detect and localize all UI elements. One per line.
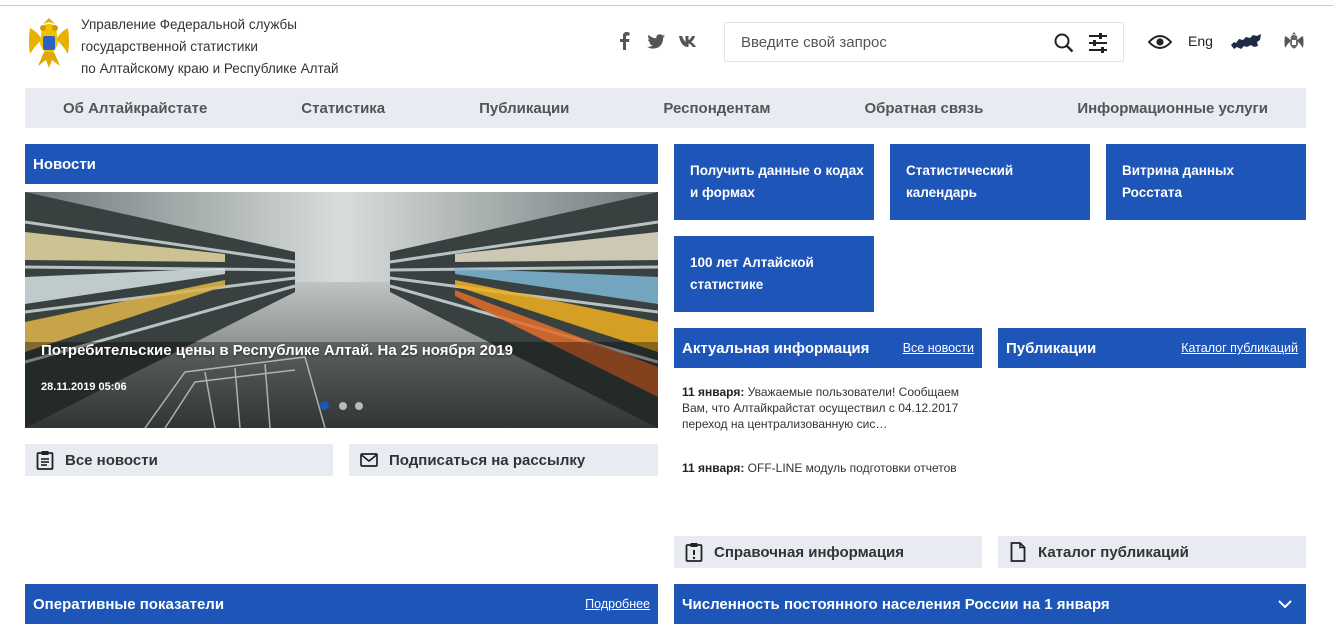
tile-rosstat-showcase[interactable]: Витрина данных Росстата bbox=[1106, 144, 1306, 220]
search-icon[interactable] bbox=[1053, 32, 1075, 54]
org-line-3: по Алтайскому краю и Республике Алтай bbox=[81, 61, 339, 76]
population-header[interactable]: Численность постоянного населения России… bbox=[674, 584, 1306, 624]
coat-of-arms-icon[interactable] bbox=[1282, 30, 1306, 54]
clipboard-icon bbox=[35, 450, 55, 470]
org-line-1: Управление Федеральной службы bbox=[81, 17, 297, 32]
news-item-date: 11 января: bbox=[682, 461, 745, 475]
chevron-down-icon[interactable] bbox=[1278, 599, 1292, 609]
tile-codes-forms[interactable]: Получить данные о кодах и формах bbox=[674, 144, 874, 220]
all-news-label: Все новости bbox=[65, 451, 158, 469]
all-news-button[interactable]: Все новости bbox=[25, 444, 333, 476]
news-item-date: 11 января: bbox=[682, 385, 745, 399]
tile-rosstat-showcase-label: Витрина данных Росстата bbox=[1122, 163, 1235, 200]
news-item[interactable]: 11 января: OFF-LINE модуль подготовки от… bbox=[682, 460, 982, 476]
news-item[interactable]: 11 января: Уважаемые пользователи! Сообщ… bbox=[682, 384, 982, 432]
main-navigation: Об Алтайкрайстате Статистика Публикации … bbox=[25, 88, 1306, 128]
subscribe-label: Подписаться на рассылку bbox=[389, 451, 586, 469]
slide-date: 28.11.2019 05:06 bbox=[41, 381, 127, 393]
population-title: Численность постоянного населения России… bbox=[682, 595, 1110, 613]
tile-codes-forms-label: Получить данные о кодах и формах bbox=[690, 163, 864, 200]
publications-header: Публикации Каталог публикаций bbox=[998, 328, 1306, 368]
news-item-text: OFF-LINE модуль подготовки отчетов bbox=[744, 461, 957, 475]
indicators-more-link[interactable]: Подробнее bbox=[585, 597, 650, 611]
filter-settings-icon[interactable] bbox=[1087, 32, 1109, 54]
nav-item-publications[interactable]: Публикации bbox=[479, 100, 569, 117]
actual-info-title: Актуальная информация bbox=[682, 339, 870, 357]
search-input[interactable] bbox=[725, 23, 1045, 61]
organization-name[interactable]: Управление Федеральной службы государств… bbox=[81, 14, 339, 80]
subscribe-button[interactable]: Подписаться на рассылку bbox=[349, 444, 658, 476]
accessibility-eye-icon[interactable] bbox=[1147, 30, 1173, 54]
actual-info-header: Актуальная информация Все новости bbox=[674, 328, 982, 368]
nav-item-feedback[interactable]: Обратная связь bbox=[864, 100, 983, 117]
vk-icon[interactable] bbox=[677, 30, 699, 52]
document-icon bbox=[1008, 542, 1028, 562]
nav-item-about[interactable]: Об Алтайкрайстате bbox=[63, 100, 207, 117]
tile-stat-calendar-label: Статистический календарь bbox=[906, 163, 1014, 200]
news-slider[interactable]: Потребительские цены в Республике Алтай.… bbox=[25, 192, 658, 428]
reference-info-button[interactable]: Справочная информация bbox=[674, 536, 982, 568]
reference-info-label: Справочная информация bbox=[714, 543, 905, 561]
search-box[interactable] bbox=[724, 22, 1124, 62]
mail-icon bbox=[359, 450, 379, 470]
catalog-publications-button[interactable]: Каталог публикаций bbox=[998, 536, 1306, 568]
russia-map-icon[interactable] bbox=[1230, 30, 1262, 54]
org-line-2: государственной статистики bbox=[81, 39, 258, 54]
slider-dot-3[interactable] bbox=[355, 402, 363, 410]
language-switch[interactable]: Eng bbox=[1188, 33, 1213, 49]
publications-catalog-link[interactable]: Каталог публикаций bbox=[1181, 341, 1298, 355]
emblem-icon[interactable] bbox=[24, 14, 74, 70]
nav-item-respondents[interactable]: Респондентам bbox=[663, 100, 770, 117]
twitter-icon[interactable] bbox=[645, 30, 667, 52]
slider-dot-2[interactable] bbox=[339, 402, 347, 410]
nav-item-info-services[interactable]: Информационные услуги bbox=[1077, 100, 1268, 117]
alert-clipboard-icon bbox=[684, 542, 704, 562]
slide-title[interactable]: Потребительские цены в Республике Алтай.… bbox=[41, 342, 513, 359]
tile-stat-calendar[interactable]: Статистический календарь bbox=[890, 144, 1090, 220]
news-header-title: Новости bbox=[33, 155, 96, 173]
catalog-publications-label: Каталог публикаций bbox=[1038, 543, 1189, 561]
news-header: Новости bbox=[25, 144, 658, 184]
top-border bbox=[0, 0, 1333, 6]
actual-info-all-news-link[interactable]: Все новости bbox=[903, 341, 974, 355]
indicators-title: Оперативные показатели bbox=[33, 595, 225, 613]
slider-dot-1[interactable] bbox=[320, 401, 329, 410]
tile-100-years-label: 100 лет Алтайской статистике bbox=[690, 255, 814, 292]
facebook-icon[interactable] bbox=[613, 30, 635, 52]
publications-title: Публикации bbox=[1006, 339, 1097, 357]
indicators-header: Оперативные показатели Подробнее bbox=[25, 584, 658, 624]
tile-100-years[interactable]: 100 лет Алтайской статистике bbox=[674, 236, 874, 312]
nav-item-statistics[interactable]: Статистика bbox=[301, 100, 385, 117]
